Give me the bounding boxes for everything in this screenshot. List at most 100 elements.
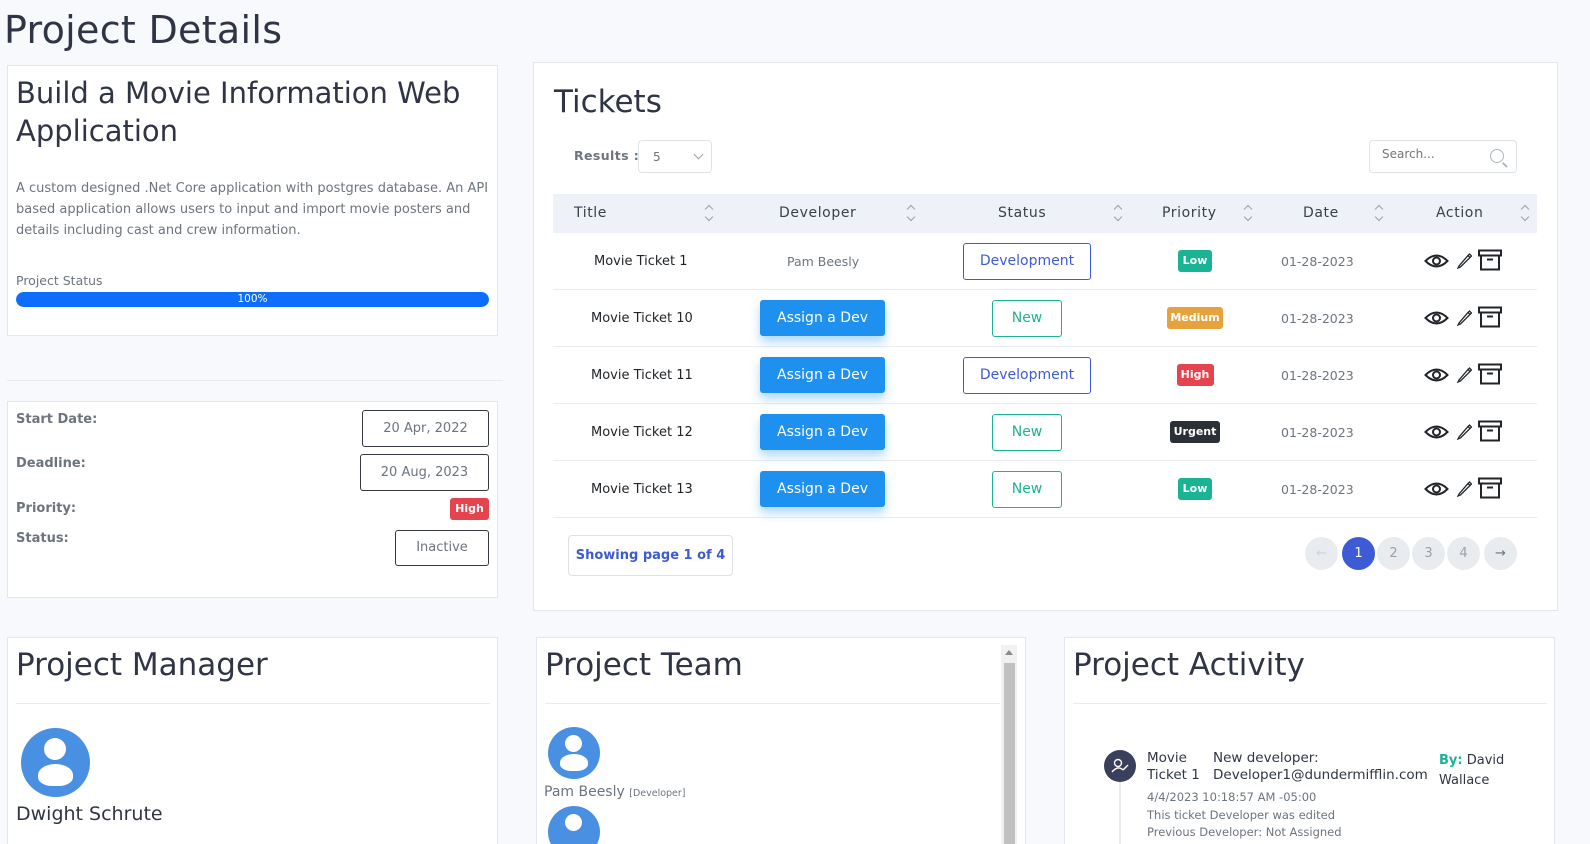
sort-icon[interactable] xyxy=(1114,204,1122,222)
assign-dev-button[interactable]: Assign a Dev xyxy=(760,471,885,507)
divider xyxy=(1073,703,1547,704)
priority-label: Priority: xyxy=(16,501,77,516)
eye-icon[interactable] xyxy=(1424,308,1449,332)
page-button-1[interactable]: 1 xyxy=(1342,537,1375,570)
ticket-title[interactable]: Movie Ticket 10 xyxy=(591,311,693,326)
ticket-priority-badge: Medium xyxy=(1167,307,1223,329)
project-priority-badge: High xyxy=(450,498,489,520)
tickets-title: Tickets xyxy=(554,84,662,120)
archive-icon[interactable] xyxy=(1478,477,1502,503)
table-row: Movie Ticket 11 Assign a Dev Development… xyxy=(553,347,1537,404)
sort-icon[interactable] xyxy=(1244,204,1252,222)
activity-timeline-line xyxy=(1119,782,1121,844)
project-status-label: Project Status xyxy=(16,273,103,288)
archive-icon[interactable] xyxy=(1478,420,1502,446)
project-manager-title: Project Manager xyxy=(16,647,268,683)
archive-icon[interactable] xyxy=(1478,249,1502,275)
ticket-date: 01-28-2023 xyxy=(1281,368,1354,383)
ticket-title[interactable]: Movie Ticket 11 xyxy=(591,368,693,383)
project-team-title: Project Team xyxy=(545,647,743,683)
column-header-date[interactable]: Date xyxy=(1303,194,1339,233)
user-edit-icon xyxy=(1104,750,1136,782)
activity-ticket: Movie Ticket 1 xyxy=(1147,750,1200,783)
page-button-3[interactable]: 3 xyxy=(1412,537,1445,570)
sort-icon[interactable] xyxy=(705,204,713,222)
eye-icon[interactable] xyxy=(1424,251,1449,275)
assign-dev-button[interactable]: Assign a Dev xyxy=(760,357,885,393)
sort-icon[interactable] xyxy=(1375,204,1383,222)
archive-icon[interactable] xyxy=(1478,306,1502,332)
column-header-title[interactable]: Title xyxy=(574,194,607,233)
pencil-icon[interactable] xyxy=(1456,422,1473,444)
activity-detail: This ticket Developer was edited xyxy=(1147,808,1336,822)
start-date-value: 20 Apr, 2022 xyxy=(362,410,489,447)
pencil-icon[interactable] xyxy=(1456,308,1473,330)
ticket-priority-badge: Low xyxy=(1178,250,1212,272)
page-button-4[interactable]: 4 xyxy=(1447,537,1480,570)
team-member-name-text: Pam Beesly xyxy=(544,784,625,800)
pencil-icon[interactable] xyxy=(1456,251,1473,273)
section-divider xyxy=(7,380,503,381)
divider xyxy=(16,703,490,704)
ticket-date: 01-28-2023 xyxy=(1281,425,1354,440)
column-header-developer[interactable]: Developer xyxy=(779,194,856,233)
eye-icon[interactable] xyxy=(1424,422,1449,446)
activity-detail-2: Previous Developer: Not Assigned xyxy=(1147,825,1342,839)
activity-timestamp: 4/4/2023 10:18:57 AM -05:00 xyxy=(1147,790,1317,804)
team-member-name: Pam Beesly [Developer] xyxy=(544,784,686,800)
column-header-priority[interactable]: Priority xyxy=(1162,194,1217,233)
eye-icon[interactable] xyxy=(1424,365,1449,389)
table-row: Movie Ticket 10 Assign a Dev New Medium … xyxy=(553,290,1537,347)
deadline-value: 20 Aug, 2023 xyxy=(360,454,489,491)
team-scrollbar[interactable] xyxy=(1001,645,1017,844)
project-progress-bar: 100% xyxy=(16,292,489,307)
activity-author: By: David Wallace xyxy=(1439,751,1519,791)
manager-avatar xyxy=(21,728,90,797)
search-input[interactable] xyxy=(1382,147,1482,161)
ticket-status-development[interactable]: Development xyxy=(963,243,1091,280)
assign-dev-button[interactable]: Assign a Dev xyxy=(760,414,885,450)
ticket-priority-badge: High xyxy=(1176,364,1214,386)
scrollbar-thumb[interactable] xyxy=(1004,663,1015,844)
assign-dev-button[interactable]: Assign a Dev xyxy=(760,300,885,336)
project-activity-title: Project Activity xyxy=(1073,647,1305,683)
table-row: Movie Ticket 12 Assign a Dev New Urgent … xyxy=(553,404,1537,461)
ticket-title[interactable]: Movie Ticket 1 xyxy=(594,254,687,269)
page-button-2[interactable]: 2 xyxy=(1377,537,1410,570)
ticket-date: 01-28-2023 xyxy=(1281,482,1354,497)
divider xyxy=(545,703,1000,704)
team-member-avatar xyxy=(548,727,600,779)
prev-page-button[interactable]: ← xyxy=(1305,537,1338,570)
ticket-priority-badge: Urgent xyxy=(1170,421,1220,443)
table-row: Movie Ticket 13 Assign a Dev New Low 01-… xyxy=(553,461,1537,518)
ticket-title[interactable]: Movie Ticket 12 xyxy=(591,425,693,440)
results-select[interactable]: 5 xyxy=(638,140,712,173)
showing-page-text: Showing page 1 of 4 xyxy=(568,535,733,576)
project-status-value: Inactive xyxy=(395,530,489,566)
chevron-down-icon xyxy=(693,149,704,160)
next-page-button[interactable]: → xyxy=(1484,537,1517,570)
eye-icon[interactable] xyxy=(1424,479,1449,503)
ticket-status-new[interactable]: New xyxy=(992,471,1062,508)
pencil-icon[interactable] xyxy=(1456,479,1473,501)
ticket-priority-badge: Low xyxy=(1178,478,1212,500)
activity-message: New developer: Developer1@dundermifflin.… xyxy=(1213,750,1428,783)
column-header-action[interactable]: Action xyxy=(1436,194,1483,233)
sort-icon[interactable] xyxy=(1521,204,1529,222)
search-box[interactable] xyxy=(1369,140,1517,173)
column-header-status[interactable]: Status xyxy=(998,194,1046,233)
pencil-icon[interactable] xyxy=(1456,365,1473,387)
page-title: Project Details xyxy=(4,8,283,52)
ticket-status-new[interactable]: New xyxy=(992,414,1062,451)
tickets-table-header: Title Developer Status Priority Date Act… xyxy=(553,194,1537,233)
ticket-title[interactable]: Movie Ticket 13 xyxy=(591,482,693,497)
ticket-status-development[interactable]: Development xyxy=(963,357,1091,394)
archive-icon[interactable] xyxy=(1478,363,1502,389)
deadline-label: Deadline: xyxy=(16,456,86,471)
ticket-status-new[interactable]: New xyxy=(992,300,1062,337)
sort-icon[interactable] xyxy=(907,204,915,222)
manager-name: Dwight Schrute xyxy=(16,803,163,825)
results-label: Results : xyxy=(574,148,640,163)
scroll-up-arrow-icon[interactable] xyxy=(1005,650,1013,655)
ticket-date: 01-28-2023 xyxy=(1281,311,1354,326)
